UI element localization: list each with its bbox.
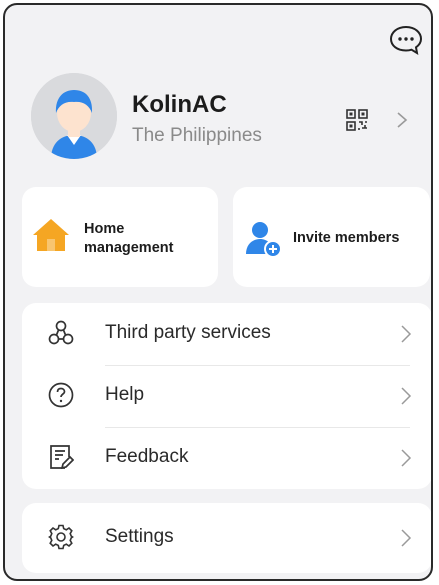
menu-item-feedback[interactable]: Feedback — [22, 427, 431, 489]
home-icon — [32, 217, 70, 253]
settings-section: Settings — [22, 503, 431, 573]
menu-item-label: Help — [105, 384, 145, 405]
menu-list: Third party services Help Feedback — [22, 303, 431, 489]
feedback-icon — [48, 444, 74, 470]
invite-members-label: Invite members — [293, 230, 400, 246]
menu-item-third-party-services[interactable]: Third party services — [22, 303, 431, 365]
message-icon[interactable] — [389, 25, 423, 55]
settings-label: Settings — [105, 526, 174, 547]
home-management-label: Home management — [84, 221, 174, 256]
help-icon — [48, 382, 74, 408]
user-name: KolinAC — [132, 91, 227, 118]
menu-item-label: Third party services — [105, 322, 271, 343]
home-management-button[interactable]: Home management — [22, 187, 218, 287]
chevron-right-icon — [400, 528, 412, 548]
avatar[interactable] — [31, 73, 117, 159]
chevron-right-icon — [400, 448, 412, 468]
profile-header[interactable]: KolinAC The Philippines — [5, 73, 431, 161]
invite-members-button[interactable]: Invite members — [233, 187, 430, 287]
chevron-right-icon — [400, 386, 412, 406]
menu-item-settings[interactable]: Settings — [22, 507, 431, 569]
qr-code-icon[interactable] — [346, 109, 368, 131]
add-user-icon — [245, 220, 283, 258]
quick-actions: Home management Invite members — [22, 187, 430, 287]
menu-item-help[interactable]: Help — [22, 365, 431, 427]
third-party-services-icon — [48, 320, 74, 346]
menu-item-label: Feedback — [105, 446, 189, 467]
chevron-right-icon — [400, 324, 412, 344]
user-country: The Philippines — [132, 125, 262, 146]
chevron-right-icon — [396, 111, 408, 129]
gear-icon — [48, 524, 74, 550]
profile-panel: KolinAC The Philippines Home management … — [3, 3, 433, 581]
